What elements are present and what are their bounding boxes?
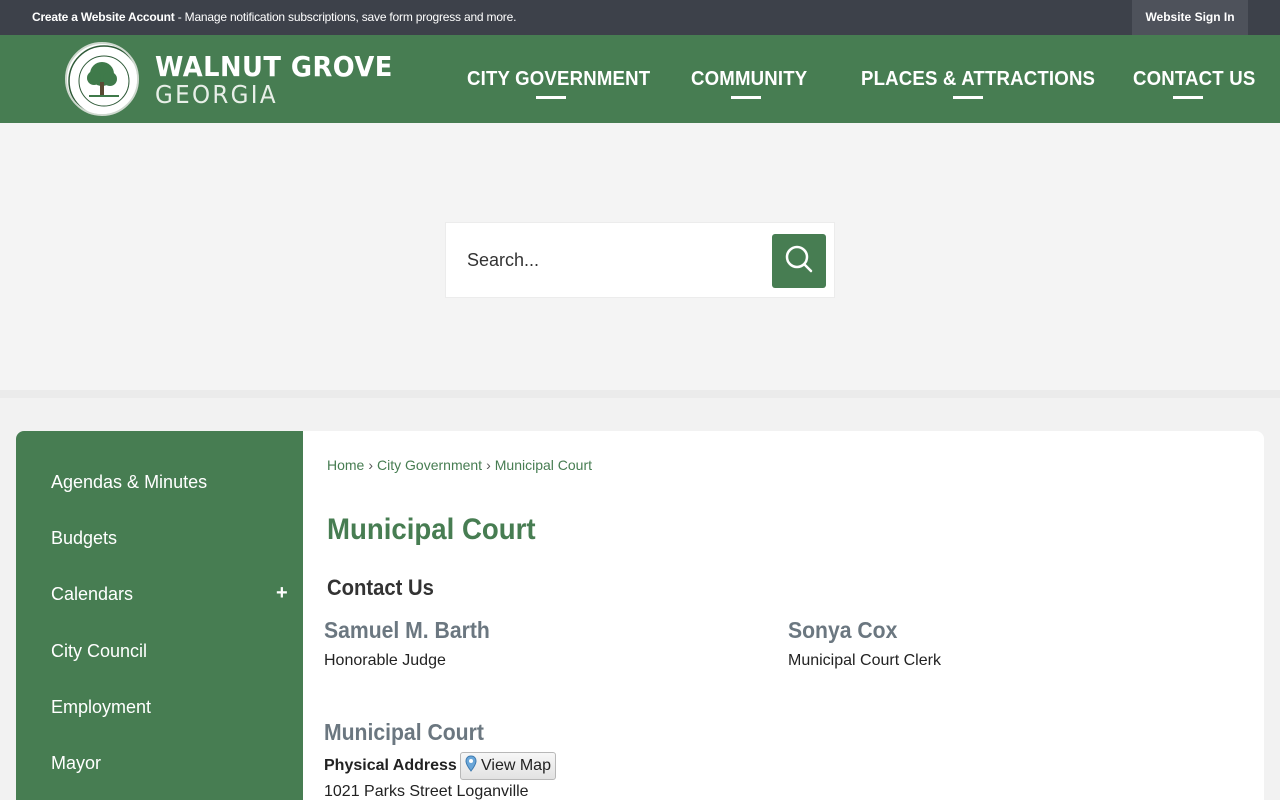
search-icon xyxy=(784,244,814,279)
account-description: - Manage notification subscriptions, sav… xyxy=(174,10,517,24)
create-account-link[interactable]: Create a Website Account xyxy=(32,10,175,24)
site-logo-subtitle[interactable]: GEORGIA xyxy=(155,80,278,109)
contact-name-judge: Samuel M. Barth xyxy=(324,617,490,643)
nav-underline-places-attractions xyxy=(953,96,983,99)
search-box xyxy=(445,222,835,298)
page-title: Municipal Court xyxy=(327,513,536,546)
sidebar-item-calendars[interactable]: Calendars xyxy=(51,584,133,605)
nav-underline-contact-us xyxy=(1173,96,1203,99)
contact-role-clerk: Municipal Court Clerk xyxy=(788,652,941,669)
nav-city-government[interactable]: CITY GOVERNMENT xyxy=(467,68,650,91)
search-input[interactable] xyxy=(447,224,771,296)
sidebar-nav: Agendas & Minutes Budgets Calendars + Ci… xyxy=(16,431,303,800)
office-name: Municipal Court xyxy=(324,719,484,745)
breadcrumb: Home › City Government › Municipal Court xyxy=(327,457,592,473)
website-sign-in-button[interactable]: Website Sign In xyxy=(1132,0,1248,35)
nav-community[interactable]: COMMUNITY xyxy=(691,68,807,91)
account-message: Create a Website Account - Manage notifi… xyxy=(32,10,516,24)
sidebar-item-mayor[interactable]: Mayor xyxy=(51,753,101,774)
nav-places-attractions[interactable]: PLACES & ATTRACTIONS xyxy=(861,68,1095,91)
sidebar-item-city-council[interactable]: City Council xyxy=(51,641,147,662)
contact-us-heading: Contact Us xyxy=(327,575,434,600)
view-map-button[interactable]: View Map xyxy=(460,752,556,780)
site-logo-title[interactable]: WALNUT GROVE xyxy=(155,50,393,83)
breadcrumb-home[interactable]: Home xyxy=(327,457,364,473)
site-header: WALNUT GROVE GEORGIA CITY GOVERNMENT COM… xyxy=(0,35,1280,123)
content-card: Agendas & Minutes Budgets Calendars + Ci… xyxy=(16,431,1264,800)
view-map-label: View Map xyxy=(481,757,551,774)
nav-underline-city-government xyxy=(536,96,566,99)
sidebar-item-employment[interactable]: Employment xyxy=(51,697,151,718)
sidebar-item-agendas-minutes[interactable]: Agendas & Minutes xyxy=(51,472,207,493)
section-divider xyxy=(0,390,1280,398)
sidebar-item-budgets[interactable]: Budgets xyxy=(51,528,117,549)
nav-underline-community xyxy=(731,96,761,99)
breadcrumb-city-government[interactable]: City Government xyxy=(377,457,482,473)
physical-address-label: Physical Address xyxy=(324,757,457,774)
nav-contact-us[interactable]: CONTACT US xyxy=(1133,68,1255,91)
map-pin-icon xyxy=(465,754,477,778)
city-seal-logo[interactable] xyxy=(65,42,139,116)
expand-plus-icon[interactable]: + xyxy=(276,582,288,605)
search-button[interactable] xyxy=(772,234,826,288)
breadcrumb-municipal-court[interactable]: Municipal Court xyxy=(495,457,592,473)
address-line-1: 1021 Parks Street Loganville xyxy=(324,783,529,800)
top-utility-bar: Create a Website Account - Manage notifi… xyxy=(0,0,1280,35)
contact-role-judge: Honorable Judge xyxy=(324,652,446,669)
search-banner xyxy=(0,123,1280,390)
contact-name-clerk: Sonya Cox xyxy=(788,617,898,643)
breadcrumb-separator: › xyxy=(368,457,374,473)
breadcrumb-separator: › xyxy=(486,457,491,473)
